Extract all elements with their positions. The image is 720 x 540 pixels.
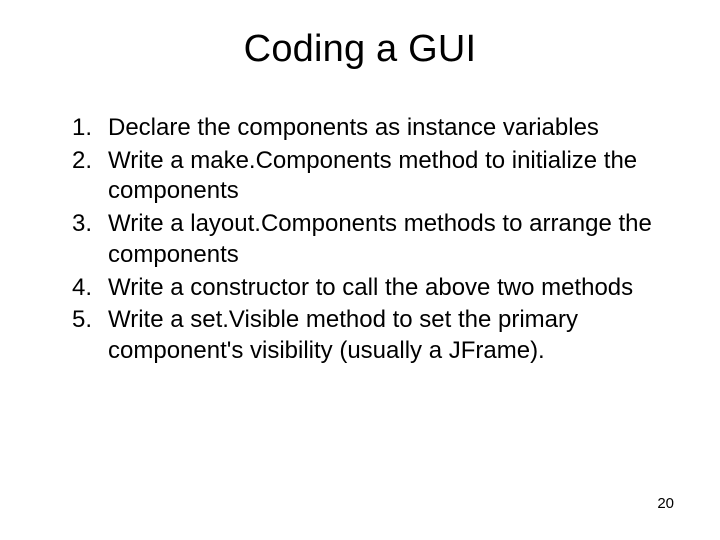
item-text: Write a set.Visible method to set the pr…: [108, 305, 672, 366]
list-item: 1. Declare the components as instance va…: [48, 113, 672, 144]
item-number: 4.: [48, 273, 108, 304]
list-item: 4. Write a constructor to call the above…: [48, 273, 672, 304]
item-number: 1.: [48, 113, 108, 144]
item-number: 3.: [48, 209, 108, 270]
item-number: 2.: [48, 146, 108, 207]
item-number: 5.: [48, 305, 108, 366]
list-item: 3. Write a layout.Components methods to …: [48, 209, 672, 270]
item-text: Write a constructor to call the above tw…: [108, 273, 672, 304]
item-text: Write a make.Components method to initia…: [108, 146, 672, 207]
item-text: Declare the components as instance varia…: [108, 113, 672, 144]
slide-title: Coding a GUI: [48, 28, 672, 71]
page-number: 20: [657, 495, 674, 512]
list-item: 5. Write a set.Visible method to set the…: [48, 305, 672, 366]
list-item: 2. Write a make.Components method to ini…: [48, 146, 672, 207]
slide: Coding a GUI 1. Declare the components a…: [0, 0, 720, 540]
numbered-list: 1. Declare the components as instance va…: [48, 113, 672, 367]
item-text: Write a layout.Components methods to arr…: [108, 209, 672, 270]
